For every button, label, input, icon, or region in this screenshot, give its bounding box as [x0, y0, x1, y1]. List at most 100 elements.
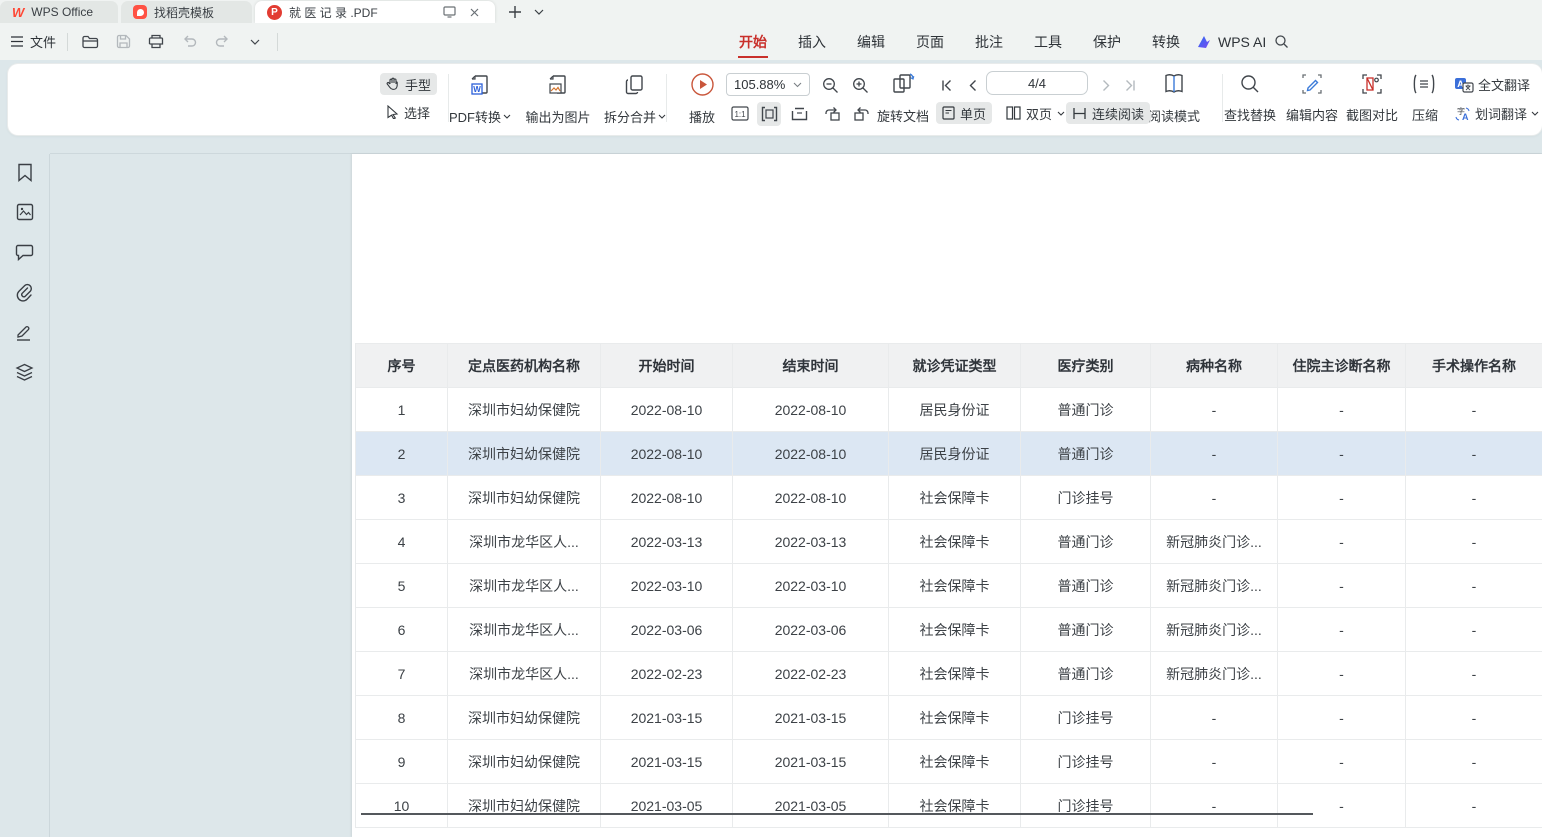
zoom-in-icon	[852, 77, 869, 94]
file-menu-button[interactable]: 文件	[10, 32, 56, 51]
page-number-input[interactable]: 4/4	[986, 71, 1088, 95]
open-folder-icon[interactable]	[79, 31, 101, 53]
table-cell: 门诊挂号	[1021, 476, 1151, 520]
actual-size-button[interactable]: 1:1	[729, 103, 751, 123]
tab-protect[interactable]: 保护	[1092, 26, 1122, 58]
print-icon[interactable]	[145, 31, 167, 53]
table-cell: 普通门诊	[1021, 652, 1151, 696]
select-tool-button[interactable]: 选择	[380, 101, 436, 123]
find-replace-icon[interactable]	[1238, 72, 1262, 96]
table-cell: -	[1278, 608, 1406, 652]
table-cell: 2022-02-23	[601, 652, 733, 696]
hand-tool-button[interactable]: 手型	[380, 73, 437, 95]
comments-icon[interactable]	[15, 242, 35, 262]
compress-button[interactable]: 压缩	[1407, 105, 1443, 124]
tab-wps-office[interactable]: W WPS Office	[0, 1, 118, 23]
wps-window: W WPS Office 找稻壳模板 P 就 医 记 录 .PDF	[0, 0, 1542, 837]
table-cell: 社会保障卡	[889, 784, 1021, 828]
fit-width-button[interactable]	[757, 102, 781, 126]
find-replace-button[interactable]: 查找替换	[1220, 105, 1280, 124]
word-translate-button[interactable]: 字A 划词翻译	[1454, 104, 1539, 123]
tab-document-pdf[interactable]: P 就 医 记 录 .PDF	[255, 1, 495, 23]
redo-icon[interactable]	[211, 31, 233, 53]
split-merge-button[interactable]: 拆分合并	[596, 71, 674, 127]
undo-icon[interactable]	[178, 31, 200, 53]
play-label: 播放	[689, 107, 715, 126]
table-cell: -	[1406, 432, 1542, 476]
column-header: 就诊凭证类型	[889, 344, 1021, 388]
page-indicator: 4/4	[1028, 76, 1046, 91]
table-row: 9深圳市妇幼保健院2021-03-152021-03-15社会保障卡门诊挂号--…	[356, 740, 1542, 784]
single-page-button[interactable]: 单页	[936, 102, 992, 124]
single-page-label: 单页	[960, 104, 986, 123]
chevron-down-icon	[793, 82, 802, 88]
signature-icon[interactable]	[15, 322, 35, 342]
tab-home[interactable]: 开始	[738, 26, 768, 58]
zoom-out-button[interactable]	[818, 73, 842, 97]
bookmarks-icon[interactable]	[15, 162, 35, 182]
split-merge-icon	[622, 72, 648, 98]
screenshot-compare-button[interactable]: 截图对比	[1342, 105, 1402, 124]
table-cell: -	[1151, 740, 1278, 784]
rotate-document-button[interactable]: 旋转文档	[868, 70, 938, 126]
first-page-button[interactable]	[934, 73, 958, 97]
table-cell: 深圳市龙华区人...	[448, 564, 601, 608]
edit-content-icon[interactable]	[1300, 72, 1324, 96]
tab-convert[interactable]: 转换	[1151, 26, 1181, 58]
fit-page-icon	[791, 107, 808, 121]
last-page-button[interactable]	[1118, 73, 1142, 97]
screenshot-compare-icon[interactable]	[1360, 72, 1384, 96]
rotate-left-button[interactable]	[820, 102, 844, 126]
next-page-button[interactable]	[1094, 73, 1118, 97]
table-cell: -	[1278, 432, 1406, 476]
table-cell: -	[1151, 432, 1278, 476]
table-cell: -	[1406, 564, 1542, 608]
double-page-icon	[1006, 106, 1021, 120]
read-mode-button[interactable]: 阅读模式	[1144, 70, 1204, 126]
fit-width-icon	[761, 106, 778, 122]
compress-icon[interactable]	[1412, 72, 1436, 96]
single-page-icon	[942, 106, 955, 120]
close-tab-icon[interactable]	[465, 3, 483, 21]
save-icon[interactable]	[112, 31, 134, 53]
rotate-right-button[interactable]	[850, 102, 874, 126]
table-cell: 2021-03-05	[601, 784, 733, 828]
present-monitor-icon[interactable]	[440, 3, 458, 21]
play-icon	[690, 72, 715, 97]
table-cell: 深圳市妇幼保健院	[448, 432, 601, 476]
tab-docer-templates[interactable]: 找稻壳模板	[121, 1, 252, 23]
chevron-down-icon	[503, 114, 511, 119]
thumbnails-icon[interactable]	[15, 202, 35, 222]
tab-list-chevron-icon[interactable]	[530, 3, 548, 21]
attachments-icon[interactable]	[15, 282, 35, 302]
export-image-button[interactable]: 输出为图片	[516, 71, 600, 127]
previous-page-icon	[968, 79, 977, 92]
table-cell: 深圳市龙华区人...	[448, 608, 601, 652]
tab-comment[interactable]: 批注	[974, 26, 1004, 58]
pdf-convert-button[interactable]: W PDF转换	[440, 71, 520, 127]
full-translate-button[interactable]: A 全文翻译	[1454, 75, 1530, 94]
play-button[interactable]: 播放	[676, 71, 728, 127]
zoom-level-select[interactable]: 105.88%	[726, 73, 810, 96]
continuous-read-button[interactable]: 连续阅读	[1066, 102, 1150, 124]
table-cell: 2022-08-10	[733, 432, 889, 476]
table-cell: 社会保障卡	[889, 740, 1021, 784]
table-cell: 门诊挂号	[1021, 696, 1151, 740]
layers-icon[interactable]	[15, 362, 35, 382]
tab-insert[interactable]: 插入	[797, 26, 827, 58]
menu-search-icon[interactable]	[1270, 30, 1292, 52]
new-tab-button[interactable]	[506, 3, 524, 21]
table-cell: 社会保障卡	[889, 696, 1021, 740]
double-page-button[interactable]: 双页	[1000, 102, 1071, 124]
more-actions-chevron-icon[interactable]	[244, 31, 266, 53]
wps-ai-button[interactable]: WPS AI	[1196, 23, 1266, 60]
tab-edit[interactable]: 编辑	[856, 26, 886, 58]
table-cell: 4	[356, 520, 448, 564]
word-translate-label: 划词翻译	[1475, 104, 1527, 123]
tab-tools[interactable]: 工具	[1033, 26, 1063, 58]
previous-page-button[interactable]	[960, 73, 984, 97]
edit-content-button[interactable]: 编辑内容	[1282, 105, 1342, 124]
fit-page-button[interactable]	[787, 102, 811, 126]
tab-page[interactable]: 页面	[915, 26, 945, 58]
table-cell: -	[1151, 696, 1278, 740]
